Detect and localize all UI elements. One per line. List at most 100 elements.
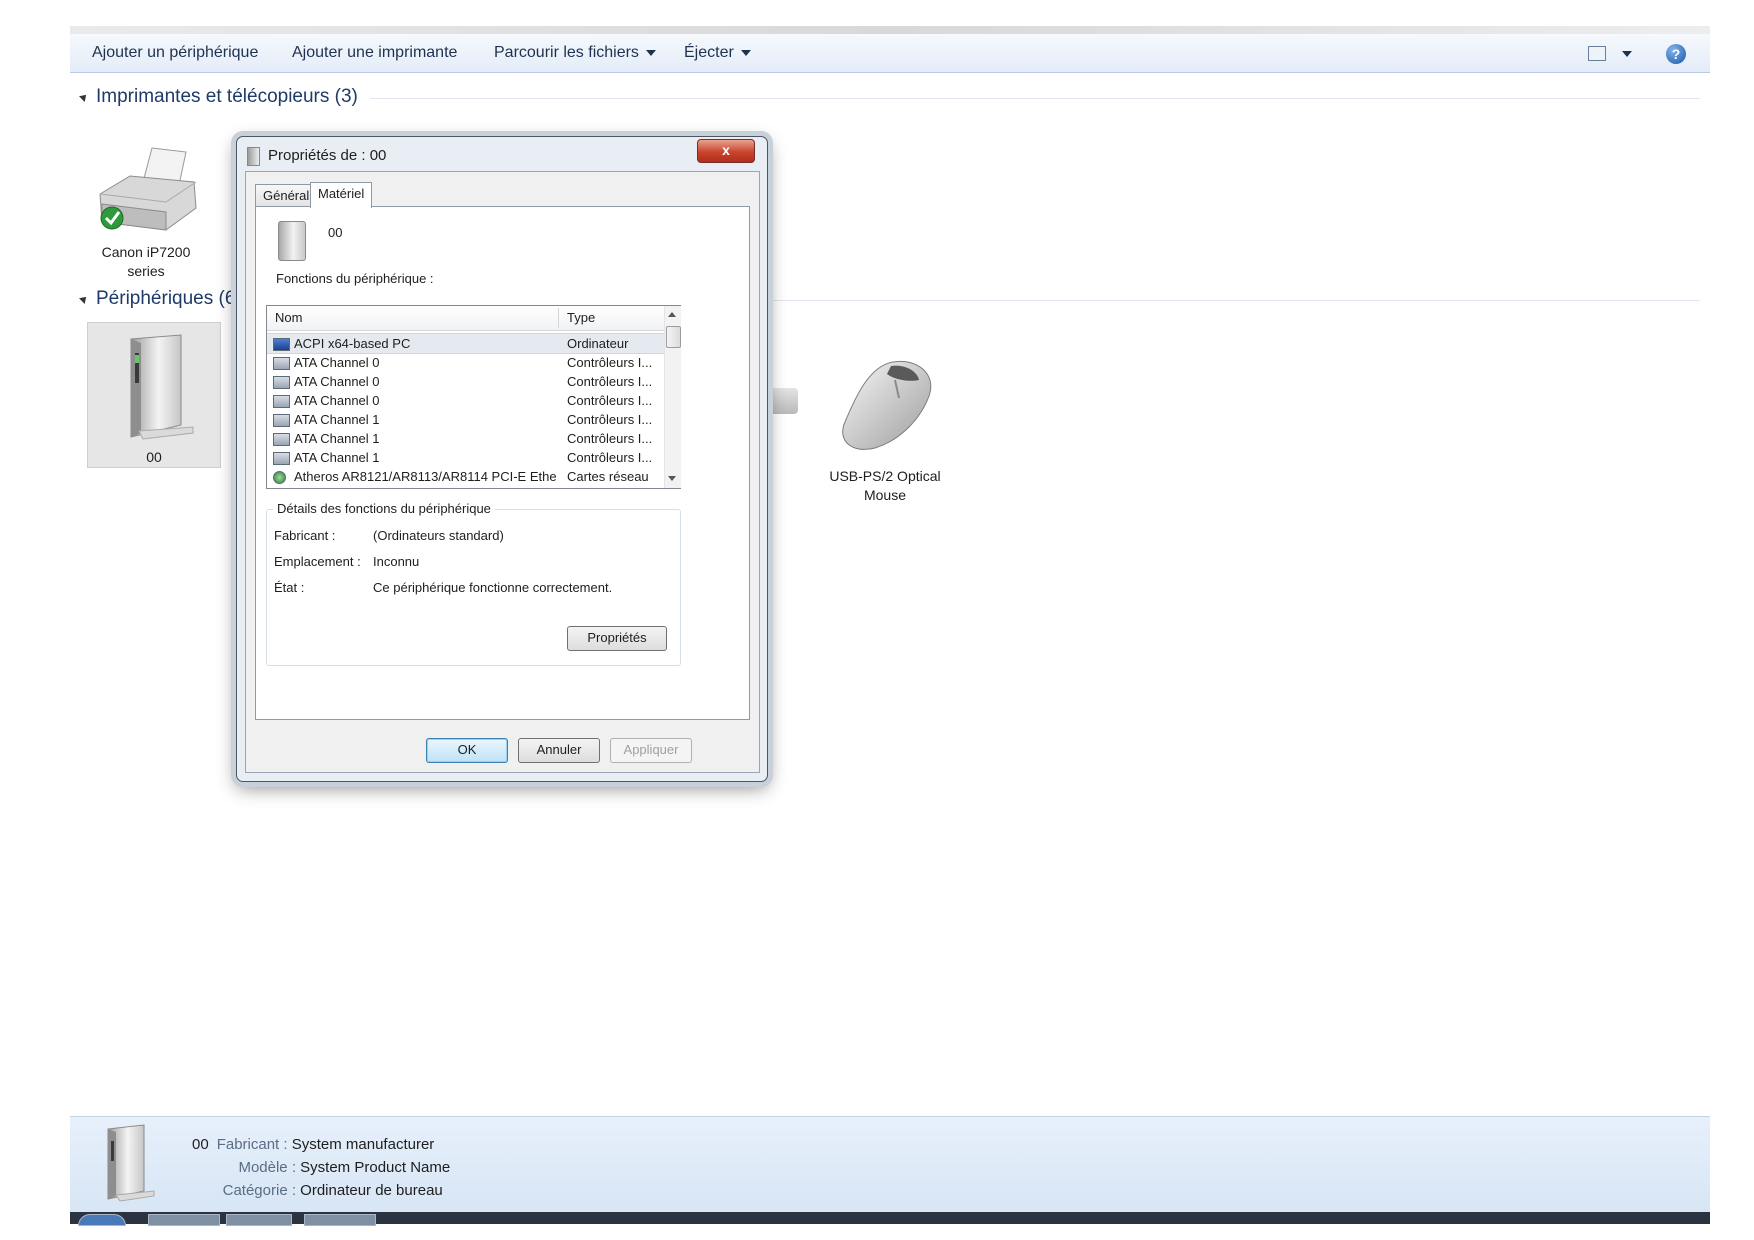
row-name: Atheros AR8121/AR8113/AR8114 PCI-E Ethe.… (294, 469, 556, 484)
change-view-icon[interactable] (1588, 46, 1606, 61)
location-value: Inconnu (373, 554, 420, 569)
title-strip (70, 26, 1710, 34)
row-type: Contrôleurs I... (567, 393, 653, 408)
vertical-scrollbar[interactable] (664, 306, 681, 488)
help-icon[interactable]: ? (1666, 44, 1686, 64)
chevron-down-icon (645, 49, 656, 56)
status-row-manufacturer: 00 Fabricant : System manufacturer (192, 1135, 434, 1155)
browse-files-button[interactable]: Parcourir les fichiers (494, 34, 656, 72)
status-manufacturer-label: Fabricant : (216, 1136, 288, 1153)
status-manufacturer-value: System manufacturer (291, 1136, 435, 1153)
column-header-name[interactable]: Nom (267, 306, 555, 330)
status-device-name: 00 (192, 1136, 209, 1153)
controller-icon (273, 395, 290, 408)
network-icon (273, 471, 286, 484)
add-device-button[interactable]: Ajouter un périphérique (92, 34, 258, 72)
hardware-tab-panel: 00 Fonctions du périphérique : Nom Type … (255, 206, 750, 720)
computer-tower-icon (107, 1124, 155, 1202)
view-options-chevron-icon[interactable] (1622, 51, 1632, 57)
list-header: Nom Type (267, 306, 664, 331)
row-type: Ordinateur (567, 336, 629, 351)
row-type: Contrôleurs I... (567, 374, 653, 389)
computer-name: 00 (146, 449, 162, 465)
computer-icon (273, 338, 290, 351)
dialog-title: Propriétés de : 00 (268, 147, 387, 164)
list-row[interactable]: Atheros AR8121/AR8113/AR8114 PCI-E Ethe.… (267, 467, 664, 486)
mouse-icon (842, 360, 932, 450)
row-type: Contrôleurs I... (567, 450, 653, 465)
dialog-title-bar[interactable]: Propriétés de : 00 (247, 145, 386, 167)
row-type: Contrôleurs I... (567, 355, 653, 370)
taskbar-button[interactable] (148, 1214, 220, 1226)
list-row[interactable]: ATA Channel 0 Contrôleurs I... (267, 372, 664, 391)
eject-button[interactable]: Éjecter (684, 34, 751, 72)
status-category-value: Ordinateur de bureau (300, 1182, 443, 1199)
row-name: ATA Channel 1 (294, 450, 380, 465)
computer-tower-icon (278, 221, 306, 261)
apply-button[interactable]: Appliquer (610, 738, 692, 763)
dialog-body: Général Matériel 00 Fonctions du périphé… (245, 171, 760, 773)
tab-hardware[interactable]: Matériel (310, 182, 373, 208)
list-row[interactable]: ATA Channel 0 Contrôleurs I... (267, 353, 664, 372)
controller-icon (273, 357, 290, 370)
row-type: Cartes réseau (567, 469, 649, 484)
cancel-button[interactable]: Annuler (518, 738, 600, 763)
device-name: 00 (328, 225, 343, 240)
section-divider (690, 300, 1700, 301)
taskbar-button[interactable] (226, 1214, 292, 1226)
device-printer[interactable]: Canon iP7200 series (86, 146, 206, 281)
printers-section-header[interactable]: Imprimantes et télécopieurs (3) (79, 86, 358, 108)
scroll-down-icon[interactable] (668, 476, 676, 481)
row-type: Contrôleurs I... (567, 431, 653, 446)
properties-dialog: Propriétés de : 00 x Général Matériel 00… (236, 136, 768, 782)
list-row[interactable]: ACPI x64-based PC Ordinateur (267, 333, 664, 354)
row-name: ATA Channel 0 (294, 374, 380, 389)
status-row-category: Catégorie : Ordinateur de bureau (192, 1181, 443, 1201)
row-name: ACPI x64-based PC (294, 336, 411, 351)
function-details-group: Détails des fonctions du périphérique Fa… (266, 501, 681, 666)
status-row-model: Modèle : System Product Name (192, 1158, 450, 1178)
properties-button[interactable]: Propriétés (567, 626, 667, 651)
list-row[interactable]: ATA Channel 0 Contrôleurs I... (267, 391, 664, 410)
list-row[interactable]: ATA Channel 1 Contrôleurs I... (267, 429, 664, 448)
controller-icon (273, 376, 290, 389)
command-bar: Ajouter un périphérique Ajouter une impr… (70, 34, 1710, 73)
manufacturer-value: (Ordinateurs standard) (373, 528, 504, 543)
row-type: Contrôleurs I... (567, 412, 653, 427)
eject-label: Éjecter (684, 44, 734, 61)
browse-files-label: Parcourir les fichiers (494, 44, 639, 61)
taskbar-button[interactable] (304, 1214, 376, 1226)
device-computer[interactable]: 00 (87, 322, 221, 468)
controller-icon (273, 452, 290, 465)
ok-button[interactable]: OK (426, 738, 508, 763)
device-functions-list[interactable]: Nom Type ACPI x64-based PC Ordinateur ATA… (266, 305, 681, 489)
column-header-type[interactable]: Type (559, 306, 667, 330)
collapse-icon (79, 294, 89, 304)
row-name: ATA Channel 1 (294, 412, 380, 427)
start-button[interactable] (78, 1214, 126, 1226)
devices-section-title: Périphériques (6) (96, 288, 242, 309)
computer-tower-icon (247, 146, 260, 166)
devices-section-header[interactable]: Périphériques (6) (79, 288, 242, 310)
printers-section-title: Imprimantes et télécopieurs (3) (96, 86, 358, 107)
status-model-label: Modèle : (238, 1159, 296, 1176)
tab-general[interactable]: Général (255, 184, 318, 207)
computer-tower-icon (130, 334, 194, 440)
device-mouse[interactable]: USB-PS/2 Optical Mouse (820, 352, 950, 505)
chevron-down-icon (740, 49, 751, 56)
close-icon: x (722, 142, 730, 158)
list-row[interactable]: ATA Channel 1 Contrôleurs I... (267, 410, 664, 429)
group-title: Détails des fonctions du périphérique (273, 501, 495, 516)
scroll-up-icon[interactable] (668, 312, 676, 317)
list-row[interactable]: ATA Channel 1 Contrôleurs I... (267, 448, 664, 467)
status-category-label: Catégorie : (222, 1182, 296, 1199)
location-label: Emplacement : (274, 554, 361, 569)
state-label: État : (274, 580, 305, 595)
state-value: Ce périphérique fonctionne correctement. (373, 580, 613, 595)
controller-icon (273, 414, 290, 427)
close-button[interactable]: x (697, 139, 755, 163)
scroll-thumb[interactable] (666, 326, 681, 348)
add-printer-button[interactable]: Ajouter une imprimante (292, 34, 457, 72)
status-model-value: System Product Name (300, 1159, 451, 1176)
functions-label: Fonctions du périphérique : (276, 271, 434, 286)
